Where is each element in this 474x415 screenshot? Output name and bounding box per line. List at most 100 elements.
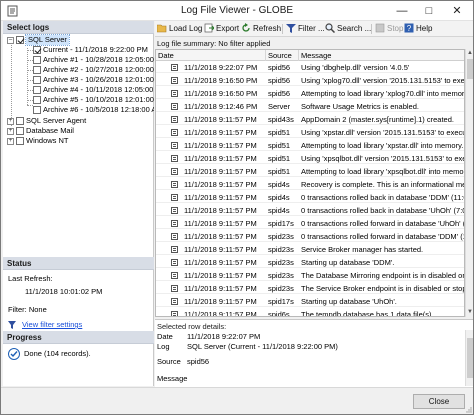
export-button[interactable]: Export: [204, 23, 239, 35]
table-row[interactable]: 11/1/2018 9:11:57 PM spid23s The Service B…: [156, 283, 464, 294]
table-row[interactable]: 11/1/2018 9:11:57 PM spid23s Starting up d…: [156, 257, 464, 268]
details-scroll-thumb[interactable]: [467, 338, 473, 378]
toolbar: Load Log Export Refresh Filter ... Searc…: [155, 21, 473, 37]
table-row[interactable]: 11/1/2018 9:11:57 PM spid43s AppDomain 2 (…: [156, 114, 464, 125]
checkbox-archive-2[interactable]: [33, 66, 41, 75]
minimize-button[interactable]: —: [388, 1, 416, 21]
cell-date: 11/1/2018 9:11:57 PM: [184, 193, 257, 202]
log-entries-grid[interactable]: Date Source Message 11/1/2018 9:22:07 PM…: [155, 49, 465, 317]
checkbox-archive-6[interactable]: [33, 106, 41, 115]
table-row[interactable]: 11/1/2018 9:16:50 PM spid56 Attempting to …: [156, 88, 464, 99]
cell-message: Using 'xplog70.dll' version '2015.131.51…: [301, 76, 465, 85]
scroll-down-arrow-icon[interactable]: ▼: [466, 308, 473, 316]
tree-node-archive-6[interactable]: Archive #6 - 10/5/2018 12:18:00 AM: [33, 105, 154, 115]
close-button[interactable]: Close: [413, 394, 465, 409]
table-row[interactable]: 11/1/2018 9:11:57 PM spid23s Service Broke…: [156, 244, 464, 255]
help-button[interactable]: ? Help: [404, 23, 432, 35]
log-entry-icon: [171, 233, 178, 240]
cell-source: spid4s: [268, 180, 290, 189]
export-label: Export: [216, 24, 240, 33]
resize-grip-icon[interactable]: [465, 406, 472, 413]
log-entry-icon: [171, 220, 178, 227]
log-entry-icon: [171, 298, 178, 305]
left-panel: Select logs – SQL Server Current - 11/1/2…: [3, 21, 154, 386]
cell-source: spid51: [268, 154, 291, 163]
tree-node-current[interactable]: Current - 11/1/2018 9:22:00 PM: [33, 45, 148, 55]
table-row[interactable]: 11/1/2018 9:11:57 PM spid23s 0 transaction…: [156, 231, 464, 242]
tree-node-archive-2[interactable]: Archive #2 - 10/27/2018 12:00:00 AM: [33, 65, 154, 75]
table-row[interactable]: 11/1/2018 9:11:57 PM spid17s Starting up d…: [156, 296, 464, 307]
table-row[interactable]: 11/1/2018 9:22:07 PM spid56 Using 'dbghelp…: [156, 62, 464, 73]
expand-icon[interactable]: +: [7, 137, 14, 145]
tree-node-archive-3[interactable]: Archive #3 - 10/26/2018 12:01:00 AM: [33, 75, 154, 85]
cell-message: Attempting to load library 'xpsqlbot.dll…: [301, 167, 464, 176]
load-log-button[interactable]: Load Log: [157, 23, 202, 35]
log-entry-icon: [171, 259, 178, 266]
cell-date: 11/1/2018 9:11:57 PM: [184, 206, 257, 215]
tree-node-windows-nt[interactable]: + Windows NT: [7, 136, 69, 146]
log-file-summary: Log file summary: No filter applied: [157, 39, 271, 48]
checkbox-archive-3[interactable]: [33, 76, 41, 85]
column-header-source[interactable]: Source: [266, 50, 299, 61]
view-filter-settings-link[interactable]: View filter settings: [22, 320, 82, 329]
table-row[interactable]: 11/1/2018 9:16:50 PM spid56 Using 'xplog70…: [156, 75, 465, 86]
tree-node-archive-5[interactable]: Archive #5 - 10/10/2018 12:01:00 AM: [33, 95, 154, 105]
scroll-thumb[interactable]: [467, 59, 473, 79]
table-row[interactable]: 11/1/2018 9:11:57 PM spid23s The Database …: [156, 270, 464, 281]
tree-node-sql-server-agent[interactable]: + SQL Server Agent: [7, 116, 86, 126]
column-header-message[interactable]: Message: [299, 50, 464, 61]
checkbox-database-mail[interactable]: [16, 127, 24, 136]
log-entry-icon: [171, 272, 178, 279]
cell-source: spid23s: [268, 258, 294, 267]
log-entry-icon: [171, 311, 178, 316]
table-row[interactable]: 11/1/2018 9:11:57 PM spid6s The tempdb dat…: [156, 309, 464, 317]
stop-button[interactable]: Stop: [375, 23, 403, 35]
select-logs-header: Select logs: [3, 21, 154, 34]
tree-node-archive-4[interactable]: Archive #4 - 10/11/2018 12:05:00 PM: [33, 85, 154, 95]
cell-message: 0 transactions rolled back in database '…: [301, 206, 464, 215]
collapse-icon[interactable]: –: [7, 36, 14, 44]
table-row[interactable]: 11/1/2018 9:11:57 PM spid17s 0 transaction…: [156, 218, 464, 229]
last-refresh-label: Last Refresh:: [8, 274, 53, 283]
cell-message: The tempdb database has 1 data file(s).: [301, 310, 434, 317]
table-row[interactable]: 11/1/2018 9:11:57 PM spid4s Recovery is co…: [156, 179, 464, 190]
expand-icon[interactable]: +: [7, 127, 14, 135]
table-row[interactable]: 11/1/2018 9:11:57 PM spid51 Attempting to …: [156, 166, 464, 177]
tree-node-database-mail[interactable]: + Database Mail: [7, 126, 74, 136]
close-window-button[interactable]: ✕: [443, 1, 471, 21]
column-header-date[interactable]: Date: [156, 50, 266, 61]
table-row[interactable]: 11/1/2018 9:11:57 PM spid4s 0 transactions…: [156, 192, 464, 203]
tree-node-archive-1[interactable]: Archive #1 - 10/28/2018 12:05:00 PM: [33, 55, 154, 65]
grid-vertical-scrollbar[interactable]: ▲ ▼: [465, 49, 473, 317]
tree-node-sql-server[interactable]: – SQL Server: [7, 34, 70, 47]
checkbox-current[interactable]: [33, 46, 41, 55]
table-row[interactable]: 11/1/2018 9:11:57 PM spid4s 0 transactions…: [156, 205, 464, 216]
table-row[interactable]: 11/1/2018 9:12:46 PM Server Software Usage…: [156, 101, 464, 112]
cell-date: 11/1/2018 9:12:46 PM: [184, 102, 258, 111]
filter-label: Filter: None: [8, 305, 47, 314]
maximize-button[interactable]: □: [415, 1, 443, 21]
checkbox-sql-server[interactable]: [16, 36, 24, 45]
cell-date: 11/1/2018 9:11:57 PM: [184, 271, 257, 280]
checkbox-windows-nt[interactable]: [16, 137, 24, 146]
filter-button[interactable]: Filter ...: [286, 23, 325, 35]
table-row[interactable]: 11/1/2018 9:11:57 PM spid51 Using 'xpsqlbo…: [156, 153, 464, 164]
table-row[interactable]: 11/1/2018 9:11:57 PM spid51 Attempting to …: [156, 140, 464, 151]
folder-open-icon: [157, 24, 167, 33]
expand-icon[interactable]: +: [7, 117, 14, 125]
refresh-button[interactable]: Refresh: [241, 23, 281, 35]
cell-source: spid17s: [268, 219, 294, 228]
checkbox-archive-5[interactable]: [33, 96, 41, 105]
search-button[interactable]: Search ...: [325, 23, 371, 35]
checkbox-sql-server-agent[interactable]: [16, 117, 24, 126]
details-scrollbar[interactable]: [465, 330, 473, 386]
scroll-up-arrow-icon[interactable]: ▲: [466, 49, 473, 57]
log-entry-icon: [171, 207, 178, 214]
cell-date: 11/1/2018 9:16:50 PM: [184, 76, 258, 85]
table-row[interactable]: 11/1/2018 9:11:57 PM spid51 Using 'xpstar.…: [156, 127, 464, 138]
cell-message: Using 'xpsqlbot.dll' version '2015.131.5…: [301, 154, 464, 163]
detail-date-label: Date: [157, 332, 173, 341]
checkbox-archive-1[interactable]: [33, 56, 41, 65]
checkbox-archive-4[interactable]: [33, 86, 41, 95]
cell-source: spid56: [268, 76, 291, 85]
